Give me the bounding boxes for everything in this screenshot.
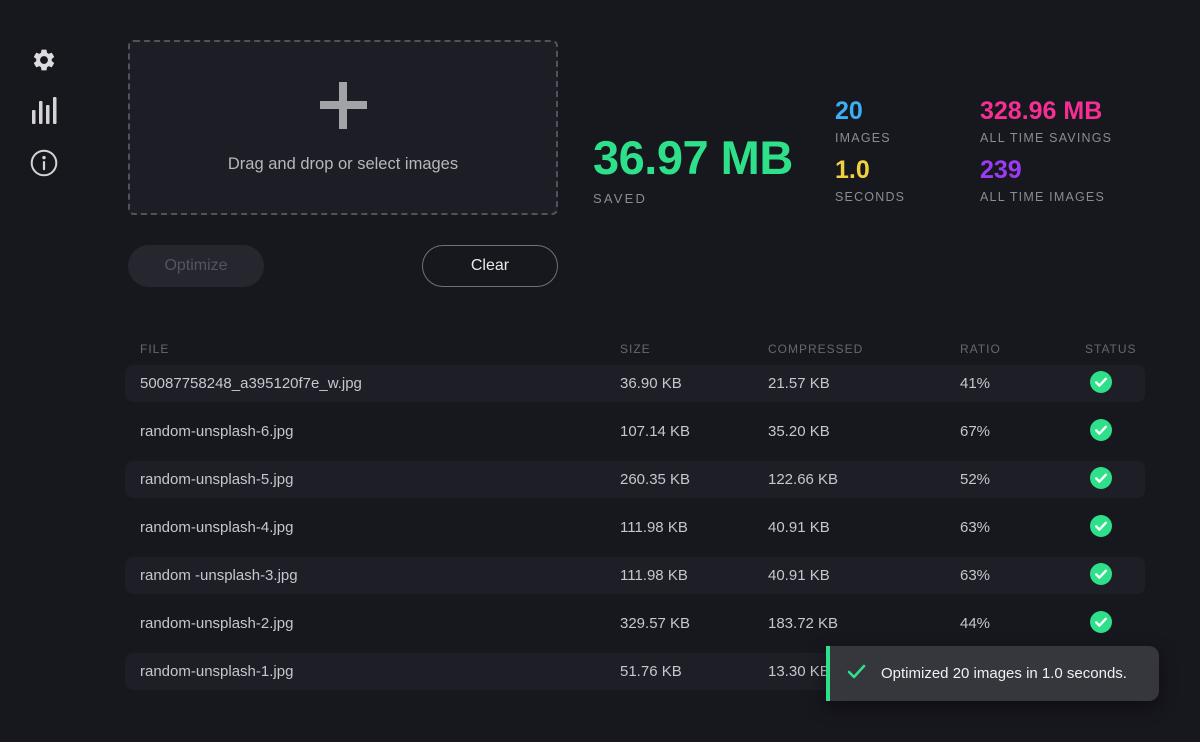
table-header: FILE SIZE COMPRESSED RATIO STATUS: [125, 342, 1145, 356]
file-name: random-unsplash-1.jpg: [140, 663, 620, 680]
file-name: random-unsplash-2.jpg: [140, 615, 620, 632]
file-name: random-unsplash-4.jpg: [140, 519, 620, 536]
alltime-images-value: 239: [980, 158, 1112, 183]
sidebar-item-settings[interactable]: [31, 47, 57, 73]
images-value: 20: [835, 99, 905, 124]
stat-saved: 36.97 MB SAVED: [593, 134, 793, 206]
table-body: 50087758248_a395120f7e_w.jpg 36.90 KB 21…: [125, 365, 1145, 690]
seconds-value: 1.0: [835, 158, 905, 183]
file-compressed: 21.57 KB: [768, 375, 960, 392]
file-name: random-unsplash-5.jpg: [140, 471, 620, 488]
file-size: 36.90 KB: [620, 375, 768, 392]
file-compressed: 183.72 KB: [768, 615, 960, 632]
file-ratio: 67%: [960, 423, 1085, 440]
toast-notification: Optimized 20 images in 1.0 seconds.: [826, 646, 1159, 701]
alltime-images-label: ALL TIME IMAGES: [980, 191, 1112, 204]
toast-message: Optimized 20 images in 1.0 seconds.: [881, 665, 1127, 682]
file-size: 329.57 KB: [620, 615, 768, 632]
file-compressed: 40.91 KB: [768, 519, 960, 536]
status-success-icon: [1090, 467, 1112, 493]
file-size: 107.14 KB: [620, 423, 768, 440]
file-compressed: 122.66 KB: [768, 471, 960, 488]
file-size: 111.98 KB: [620, 567, 768, 584]
saved-label: SAVED: [593, 191, 793, 206]
table-row: 50087758248_a395120f7e_w.jpg 36.90 KB 21…: [125, 365, 1145, 402]
table-row: random-unsplash-6.jpg 107.14 KB 35.20 KB…: [125, 413, 1145, 450]
header-file: FILE: [140, 342, 620, 356]
status-cell: [1085, 515, 1145, 541]
file-ratio: 63%: [960, 519, 1085, 536]
header-status: STATUS: [1085, 342, 1145, 356]
table-row: random-unsplash-4.jpg 111.98 KB 40.91 KB…: [125, 509, 1145, 546]
file-size: 111.98 KB: [620, 519, 768, 536]
status-success-icon: [1090, 419, 1112, 445]
header-ratio: RATIO: [960, 342, 1085, 356]
saved-value: 36.97 MB: [593, 134, 793, 181]
status-success-icon: [1090, 563, 1112, 589]
file-ratio: 52%: [960, 471, 1085, 488]
bar-chart-icon: [30, 112, 58, 127]
stat-column-session: 20 IMAGES 1.0 SECONDS: [835, 99, 905, 217]
table-row: random-unsplash-5.jpg 260.35 KB 122.66 K…: [125, 461, 1145, 498]
info-icon: [29, 166, 59, 181]
file-compressed: 35.20 KB: [768, 423, 960, 440]
check-icon: [847, 664, 866, 684]
alltime-savings-value: 328.96 MB: [980, 99, 1112, 124]
header-compressed: COMPRESSED: [768, 342, 960, 356]
images-label: IMAGES: [835, 132, 905, 145]
status-cell: [1085, 467, 1145, 493]
status-success-icon: [1090, 611, 1112, 637]
table-row: random -unsplash-3.jpg 111.98 KB 40.91 K…: [125, 557, 1145, 594]
sidebar-item-about[interactable]: [29, 148, 59, 178]
status-cell: [1085, 371, 1145, 397]
sidebar-item-stats[interactable]: [30, 96, 58, 124]
alltime-savings-label: ALL TIME SAVINGS: [980, 132, 1112, 145]
status-success-icon: [1090, 371, 1112, 397]
file-name: 50087758248_a395120f7e_w.jpg: [140, 375, 620, 392]
clear-button[interactable]: Clear: [422, 245, 558, 287]
file-name: random-unsplash-6.jpg: [140, 423, 620, 440]
gear-icon: [31, 61, 57, 76]
status-cell: [1085, 419, 1145, 445]
file-compressed: 40.91 KB: [768, 567, 960, 584]
stat-column-alltime: 328.96 MB ALL TIME SAVINGS 239 ALL TIME …: [980, 99, 1112, 217]
seconds-label: SECONDS: [835, 191, 905, 204]
status-cell: [1085, 611, 1145, 637]
header-size: SIZE: [620, 342, 768, 356]
file-size: 260.35 KB: [620, 471, 768, 488]
file-ratio: 63%: [960, 567, 1085, 584]
plus-icon: [320, 82, 367, 129]
file-name: random -unsplash-3.jpg: [140, 567, 620, 584]
file-ratio: 44%: [960, 615, 1085, 632]
status-cell: [1085, 563, 1145, 589]
optimize-button[interactable]: Optimize: [128, 245, 264, 287]
dropzone-label: Drag and drop or select images: [228, 155, 458, 174]
status-success-icon: [1090, 515, 1112, 541]
table-row: random-unsplash-2.jpg 329.57 KB 183.72 K…: [125, 605, 1145, 642]
dropzone[interactable]: Drag and drop or select images: [128, 40, 558, 215]
file-size: 51.76 KB: [620, 663, 768, 680]
file-ratio: 41%: [960, 375, 1085, 392]
